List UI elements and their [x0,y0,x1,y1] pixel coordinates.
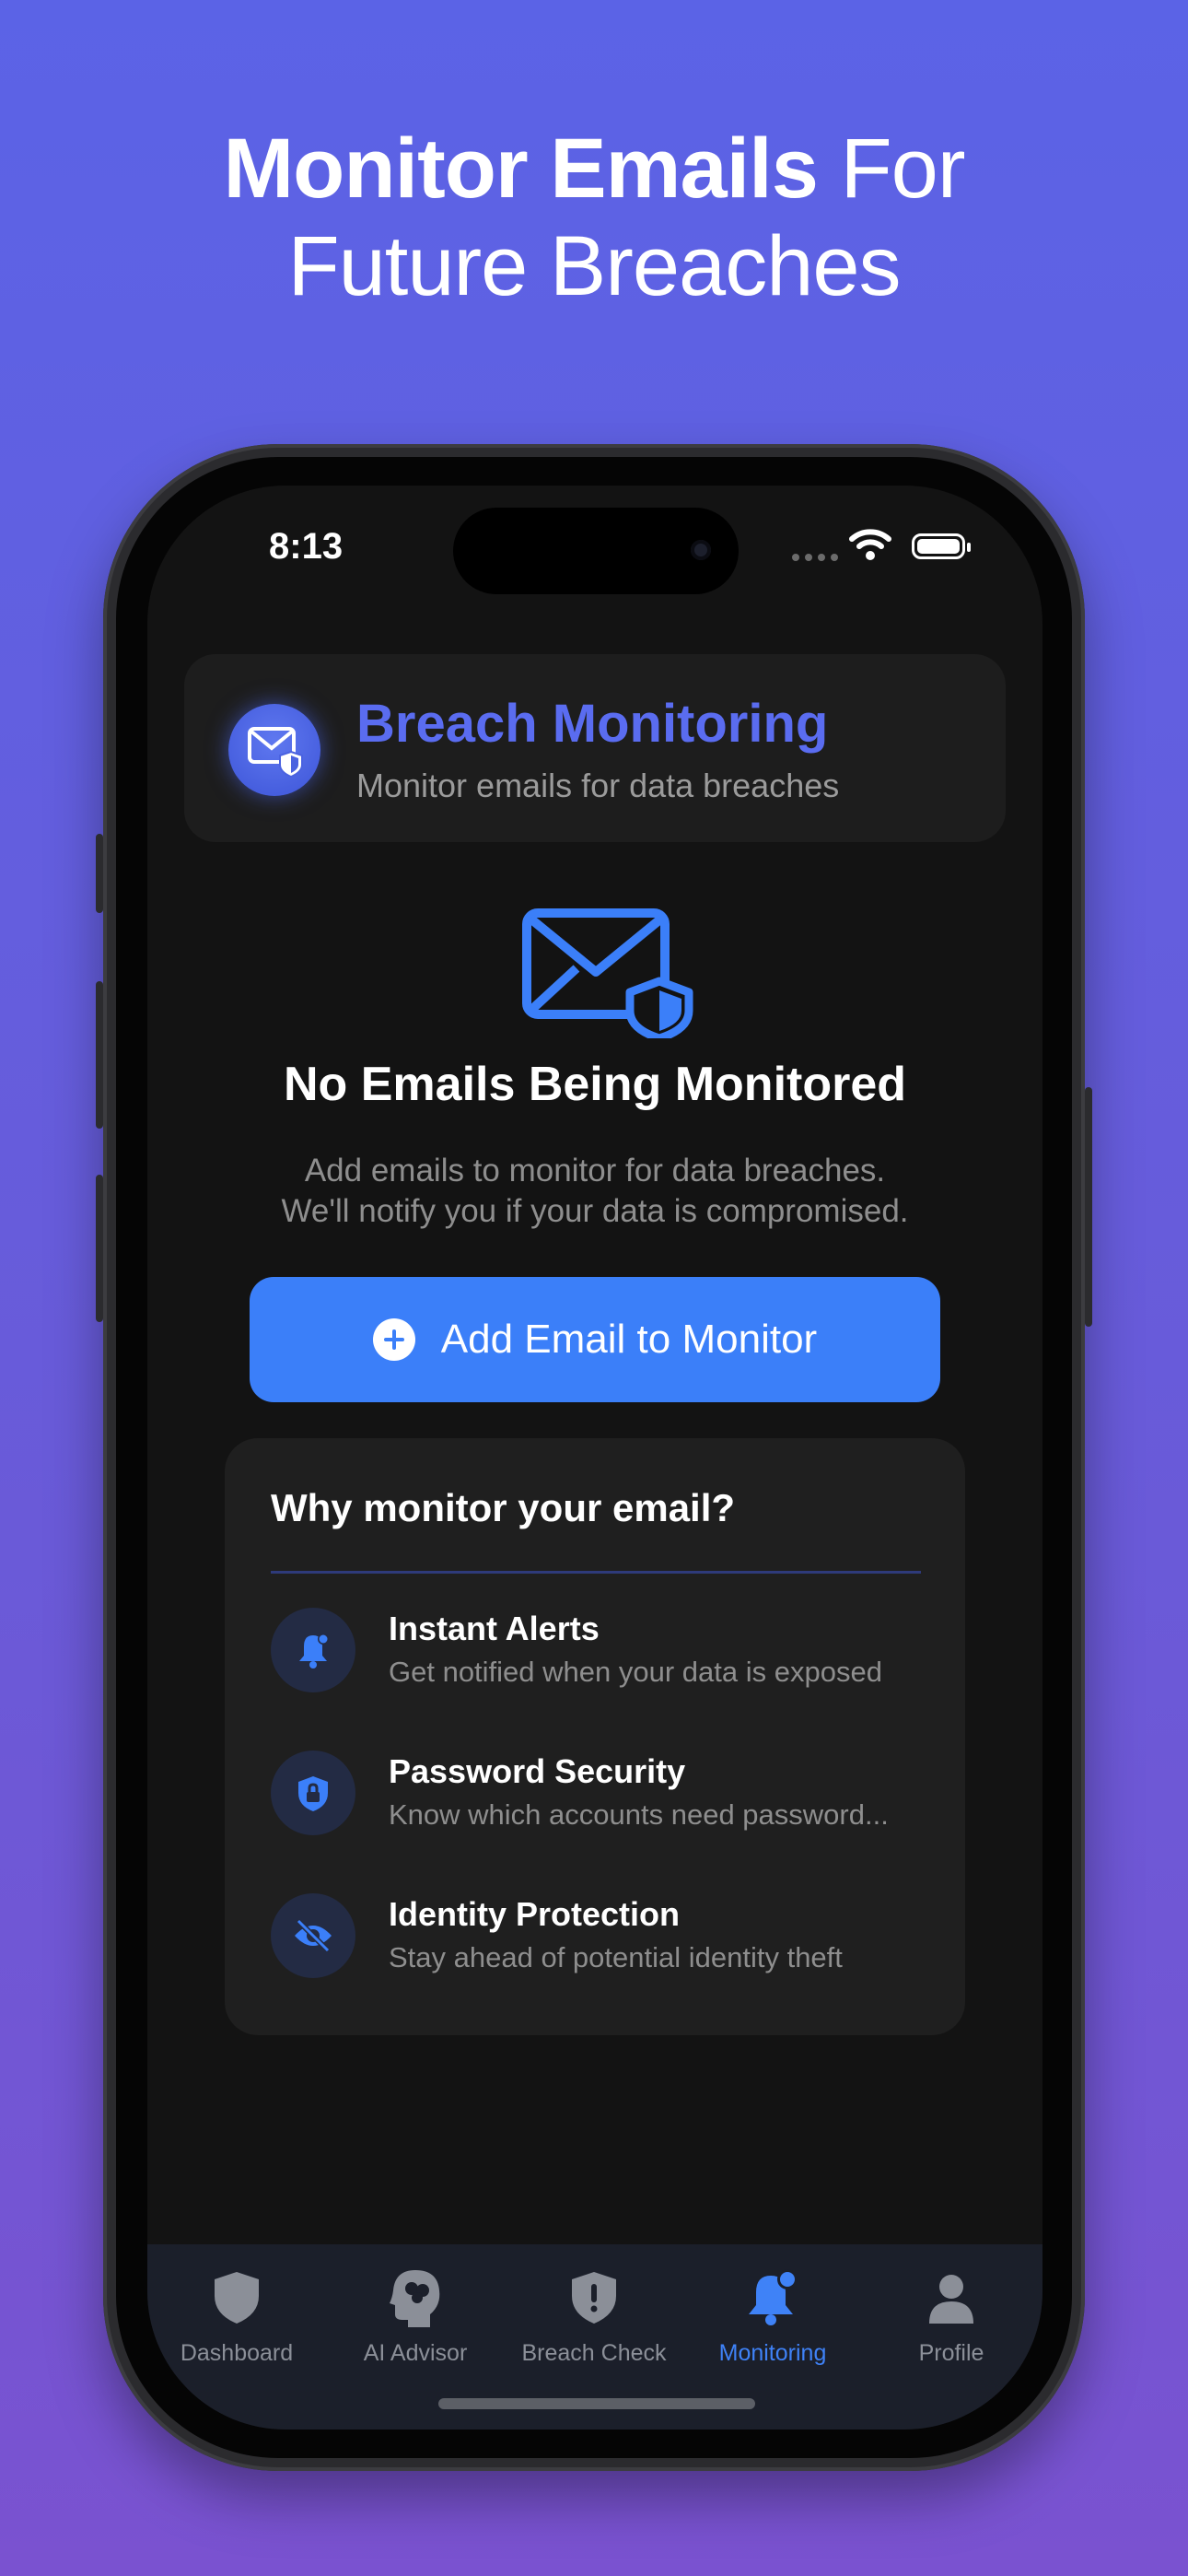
volume-up-button [96,981,103,1129]
tab-monitoring[interactable]: Monitoring [683,2261,862,2367]
bell-badge-icon [749,2269,798,2325]
tab-profile[interactable]: Profile [862,2261,1041,2367]
tab-label: Profile [918,2340,984,2366]
envelope-shield-icon [228,704,320,796]
feature-description: Stay ahead of potential identity theft [389,1941,843,1973]
brain-head-icon [390,2270,440,2327]
promo-headline-bold: Monitor Emails [223,122,819,216]
plus-circle-icon [372,1318,415,1361]
cellular-signal-icon [792,554,838,561]
eye-slash-icon [271,1893,355,1978]
silent-switch [96,834,103,913]
envelope-shield-icon [522,908,693,1038]
battery-icon [912,533,971,559]
dynamic-island [453,508,739,594]
feature-title: Identity Protection [389,1895,681,1933]
why-monitor-card: Why monitor your email? Instant Alerts G… [225,1438,965,2035]
empty-state-description: Add emails to monitor for data breaches.… [147,1151,1042,1232]
status-time: 8:13 [269,526,344,567]
add-email-button[interactable]: Add Email to Monitor [250,1277,940,1402]
page-title: Breach Monitoring [356,694,829,754]
lock-shield-icon [271,1751,355,1835]
feature-title: Password Security [389,1752,686,1790]
person-icon [929,2275,973,2324]
feature-item-password-security: Password Security Know which accounts ne… [271,1751,934,1852]
bell-badge-icon [271,1608,355,1692]
tab-label: Monitoring [718,2340,827,2366]
promo-headline-regular: For [817,122,965,216]
shield-icon [215,2272,259,2324]
power-button [1085,1087,1092,1327]
wifi-icon [849,529,891,560]
home-indicator[interactable] [438,2398,755,2409]
tab-ai-advisor[interactable]: AI Advisor [326,2261,505,2367]
feature-description: Know which accounts need password... [389,1798,889,1831]
feature-title: Instant Alerts [389,1610,600,1647]
app-screen: 8:13 Breach Monitoring Monitor emails fo… [147,486,1042,2430]
divider [271,1571,921,1574]
tab-label: Breach Check [521,2340,667,2366]
promo-headline: Monitor Emails For Future Breaches [0,120,1188,315]
empty-state-description-line1: Add emails to monitor for data breaches. [304,1153,886,1188]
feature-item-identity-protection: Identity Protection Stay ahead of potent… [271,1893,934,1995]
tab-dashboard[interactable]: Dashboard [147,2261,326,2367]
tab-breach-check[interactable]: Breach Check [505,2261,683,2367]
tab-label: Dashboard [180,2340,294,2366]
empty-state-title: No Emails Being Monitored [283,1058,907,1111]
feature-item-instant-alerts: Instant Alerts Get notified when your da… [271,1608,934,1709]
page-subtitle: Monitor emails for data breaches [356,767,840,804]
promo-headline-line2: Future Breaches [287,219,901,313]
why-monitor-title: Why monitor your email? [271,1486,736,1529]
shield-exclamation-icon [572,2272,616,2324]
feature-description: Get notified when your data is exposed [389,1656,882,1688]
volume-down-button [96,1175,103,1322]
empty-state-description-line2: We'll notify you if your data is comprom… [281,1193,909,1229]
add-email-button-label: Add Email to Monitor [440,1317,818,1362]
header-card: Breach Monitoring Monitor emails for dat… [184,654,1006,842]
tab-label: AI Advisor [363,2340,468,2366]
